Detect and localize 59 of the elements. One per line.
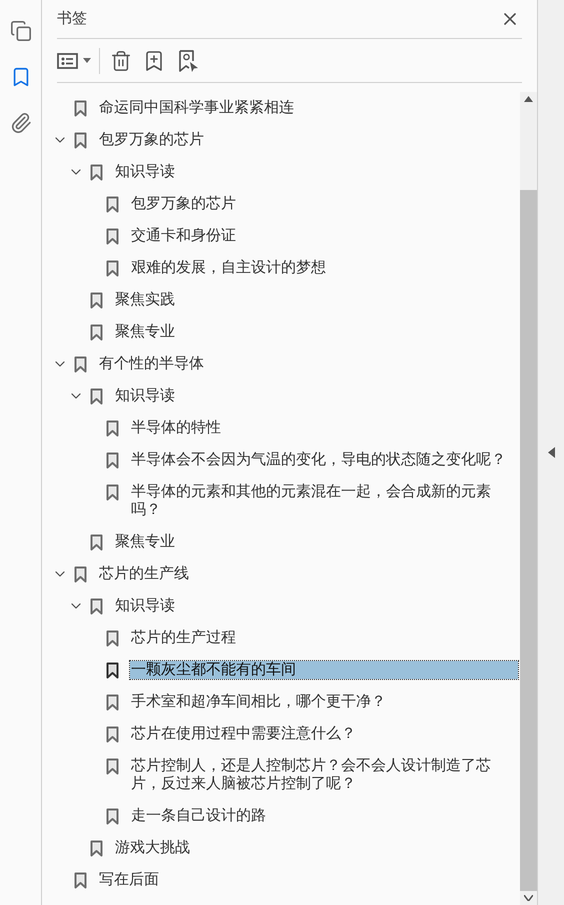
bookmark-label[interactable]: 手术室和超净车间相比，哪个更干净？	[130, 693, 387, 711]
bookmark-label[interactable]: 写在后面	[98, 871, 160, 889]
bookmark-label[interactable]: 知识导读	[114, 163, 176, 181]
paperclip-icon[interactable]	[10, 112, 32, 134]
bookmark-label[interactable]: 半导体的特性	[130, 419, 222, 437]
bookmark-label[interactable]: 半导体会不会因为气温的变化，导电的状态随之变化呢？	[130, 451, 507, 469]
bookmark-icon	[106, 228, 118, 244]
bookmark-icon	[74, 132, 86, 148]
scroll-up-icon[interactable]	[524, 96, 533, 102]
bookmark-icon	[106, 694, 118, 710]
bookmark-icon	[74, 872, 86, 888]
collapse-arrow-icon[interactable]	[548, 447, 554, 458]
scroll-down-icon[interactable]	[524, 895, 533, 901]
bookmark-label[interactable]: 半导体的元素和其他的元素混在一起，会合成新的元素吗？	[130, 483, 518, 519]
bookmark-label[interactable]: 知识导读	[114, 387, 176, 405]
bookmark-label[interactable]: 有个性的半导体	[98, 355, 205, 373]
bookmark-label[interactable]: 包罗万象的芯片	[98, 131, 205, 149]
bookmark-icon	[106, 726, 118, 742]
bookmark-icon	[106, 452, 118, 468]
bookmark-icon	[74, 100, 86, 116]
bookmark-icon	[106, 758, 118, 774]
bookmark-icon	[90, 388, 102, 404]
bookmark-icon	[106, 662, 118, 678]
bookmark-label[interactable]: 走一条自己设计的路	[130, 807, 267, 825]
bookmark-label[interactable]: 聚焦专业	[114, 323, 176, 341]
bookmark-label[interactable]: 交通卡和身份证	[130, 227, 237, 245]
trash-icon[interactable]	[110, 50, 132, 72]
bookmark-icon	[90, 324, 102, 340]
bookmark-label[interactable]: 芯片的生产线	[98, 565, 190, 583]
bookmark-cursor-icon[interactable]	[176, 48, 200, 72]
caret-icon[interactable]	[83, 58, 91, 63]
panel-title: 书签	[57, 8, 87, 29]
options-menu-button[interactable]	[57, 48, 100, 74]
bookmark-label[interactable]: 游戏大挑战	[114, 839, 191, 857]
bookmark-icon	[106, 196, 118, 212]
bookmark-icon	[90, 534, 102, 550]
bookmark-label[interactable]: 命运同中国科学事业紧紧相连	[98, 99, 295, 117]
bookmark-label[interactable]: 芯片的生产过程	[130, 629, 237, 647]
bookmark-icon	[106, 420, 118, 436]
bookmark-label[interactable]: 艰难的发展，自主设计的梦想	[130, 259, 327, 277]
bookmark-icon	[90, 164, 102, 180]
bookmark-label[interactable]: 聚焦实践	[114, 291, 176, 309]
pages-icon[interactable]	[10, 20, 32, 42]
bookmark-icon	[106, 630, 118, 646]
bookmark-label[interactable]: 芯片控制人，还是人控制芯片？会不会人设计制造了芯片，反过来人脑被芯片控制了呢？	[130, 757, 518, 793]
bookmark-label[interactable]: 聚焦专业	[114, 533, 176, 551]
bookmark-icon	[90, 598, 102, 614]
bookmark-icon	[106, 260, 118, 276]
bookmark-label[interactable]: 一颗灰尘都不能有的车间	[130, 661, 518, 679]
bookmark-icon	[74, 356, 86, 372]
bookmark-label[interactable]: 知识导读	[114, 597, 176, 615]
bookmark-label[interactable]: 包罗万象的芯片	[130, 195, 237, 213]
bookmark-icon	[74, 566, 86, 582]
list-icon[interactable]	[57, 52, 79, 70]
bookmark-icon	[106, 484, 118, 500]
bookmark-icon	[90, 840, 102, 856]
bookmark-icon	[106, 808, 118, 824]
bookmark-icon	[90, 292, 102, 308]
bookmark-label[interactable]: 芯片在使用过程中需要注意什么？	[130, 725, 357, 743]
